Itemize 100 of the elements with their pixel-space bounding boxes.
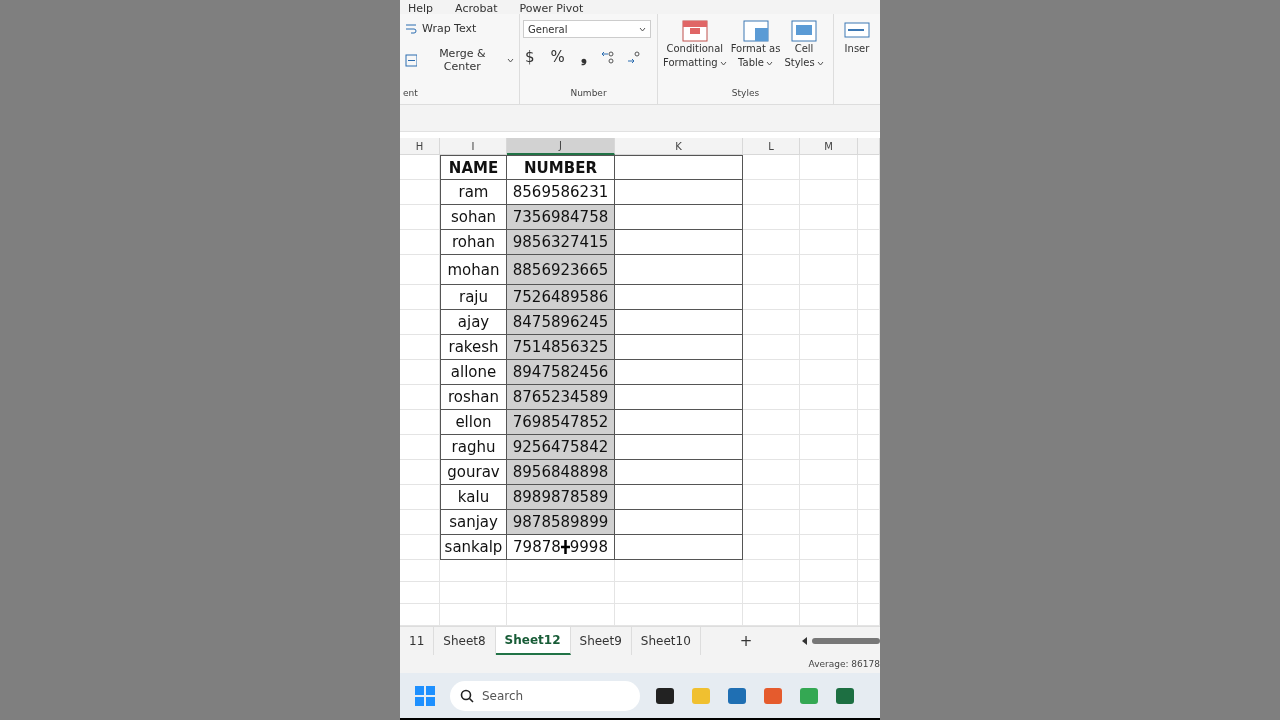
search-field[interactable]: Search [450,680,640,711]
table-cell: 8856923665 [507,255,615,285]
grid-cell [800,510,858,535]
grid-cell [743,510,800,535]
cell-styles-icon [791,20,818,42]
column-header[interactable]: M [800,138,858,155]
table-cell: 7356984758 [507,205,615,230]
table-cell: sohan [440,205,507,230]
grid-cell [800,285,858,310]
grid-cell [743,582,800,604]
grid-cell [800,155,858,180]
grid-cell [743,360,800,385]
menu-item[interactable]: Acrobat [455,3,498,14]
grid-cell [743,485,800,510]
table-cell: allone [440,360,507,385]
grid-cell [800,310,858,335]
column-header[interactable]: H [400,138,440,155]
sheet-tab[interactable]: Sheet12 [495,627,571,655]
style-button[interactable]: Format as Table [728,20,783,70]
grid-cell [858,205,880,230]
table-cell: 8569586231 [507,180,615,205]
wrap-text-button[interactable]: Wrap Text [403,20,516,37]
grid-cell [858,230,880,255]
grid-cell [743,410,800,435]
table-cell: roshan [440,385,507,410]
grid-cell [743,310,800,335]
menu-item[interactable]: Power Pivot [519,3,584,14]
table-cell: sankalp [440,535,507,560]
table-cell: rohan [440,230,507,255]
table-cell: sanjay [440,510,507,535]
grid-cell [440,560,507,582]
grid-cell [743,155,800,180]
merge-center-button[interactable]: Merge & Center [403,45,516,75]
grid-cell [743,230,800,255]
table-cell: 7514856325 [507,335,615,360]
percent-button[interactable]: % [548,46,567,68]
style-button[interactable]: Conditional Formatting [661,20,729,70]
comma-button[interactable]: ❟ [578,46,589,68]
grid-cell [858,435,880,460]
caret-icon [639,26,646,32]
grid-cell [743,385,800,410]
grid-cell [800,582,858,604]
grid-cell [800,560,858,582]
group-label: Number [569,88,608,100]
table-cell: mohan [440,255,507,285]
table-cell: 8947582456 [507,360,615,385]
grid-cell [858,582,880,604]
grid-cell [858,155,880,180]
grid-cell [858,255,880,285]
scroll-bar-icon [800,636,880,646]
grid-cell [800,410,858,435]
grid-cell [743,255,800,285]
column-header[interactable]: K [615,138,743,155]
column-header[interactable]: L [743,138,800,155]
grid-cell [800,460,858,485]
caret-icon [765,61,773,66]
add-sheet-button[interactable]: + [730,627,762,655]
grid-cell [800,385,858,410]
grid-cell [800,360,858,385]
table-cell: gourav [440,460,507,485]
increase-decimal-icon[interactable] [600,50,615,64]
grid-cell [858,360,880,385]
cell-text: 9998 [569,538,608,556]
grid-cell [743,435,800,460]
status-average: Average: 86178 [808,659,880,669]
table-cell: rakesh [440,335,507,360]
grid-cell [743,460,800,485]
table-cell: ram [440,180,507,205]
grid-cell [440,582,507,604]
table-cell: 8475896245 [507,310,615,335]
grid-cell [858,485,880,510]
insert-button[interactable]: Inser [837,20,877,56]
header-cell: NUMBER [507,155,615,180]
grid-cell [743,285,800,310]
grid-cell [800,205,858,230]
grid-cell [800,485,858,510]
menu-item[interactable]: Help [408,3,434,14]
grid-cell [858,510,880,535]
style-button[interactable]: Cell Styles [782,20,826,70]
number-format-dropdown[interactable]: General [523,20,651,38]
conditional-formatting-icon [681,20,708,42]
table-cell: raghu [440,435,507,460]
column-header[interactable]: I [440,138,507,155]
windows-icon[interactable] [414,684,436,707]
table-cell: 9856327415 [507,230,615,255]
table-icon [742,20,769,42]
grid-cell [858,285,880,310]
caret-icon [719,61,727,66]
column-header[interactable]: J [507,138,615,155]
decrease-decimal-icon[interactable] [626,50,641,64]
grid-cell [800,535,858,560]
cell-text: 79878 [513,538,561,556]
grid-cell [858,410,880,435]
grid-cell [858,180,880,205]
group-label: ent [403,88,419,100]
grid-cell [743,535,800,560]
merge-icon [405,53,418,67]
currency-button[interactable]: $ [523,46,537,68]
table-cell: 8765234589 [507,385,615,410]
table-cell: ellon [440,410,507,435]
